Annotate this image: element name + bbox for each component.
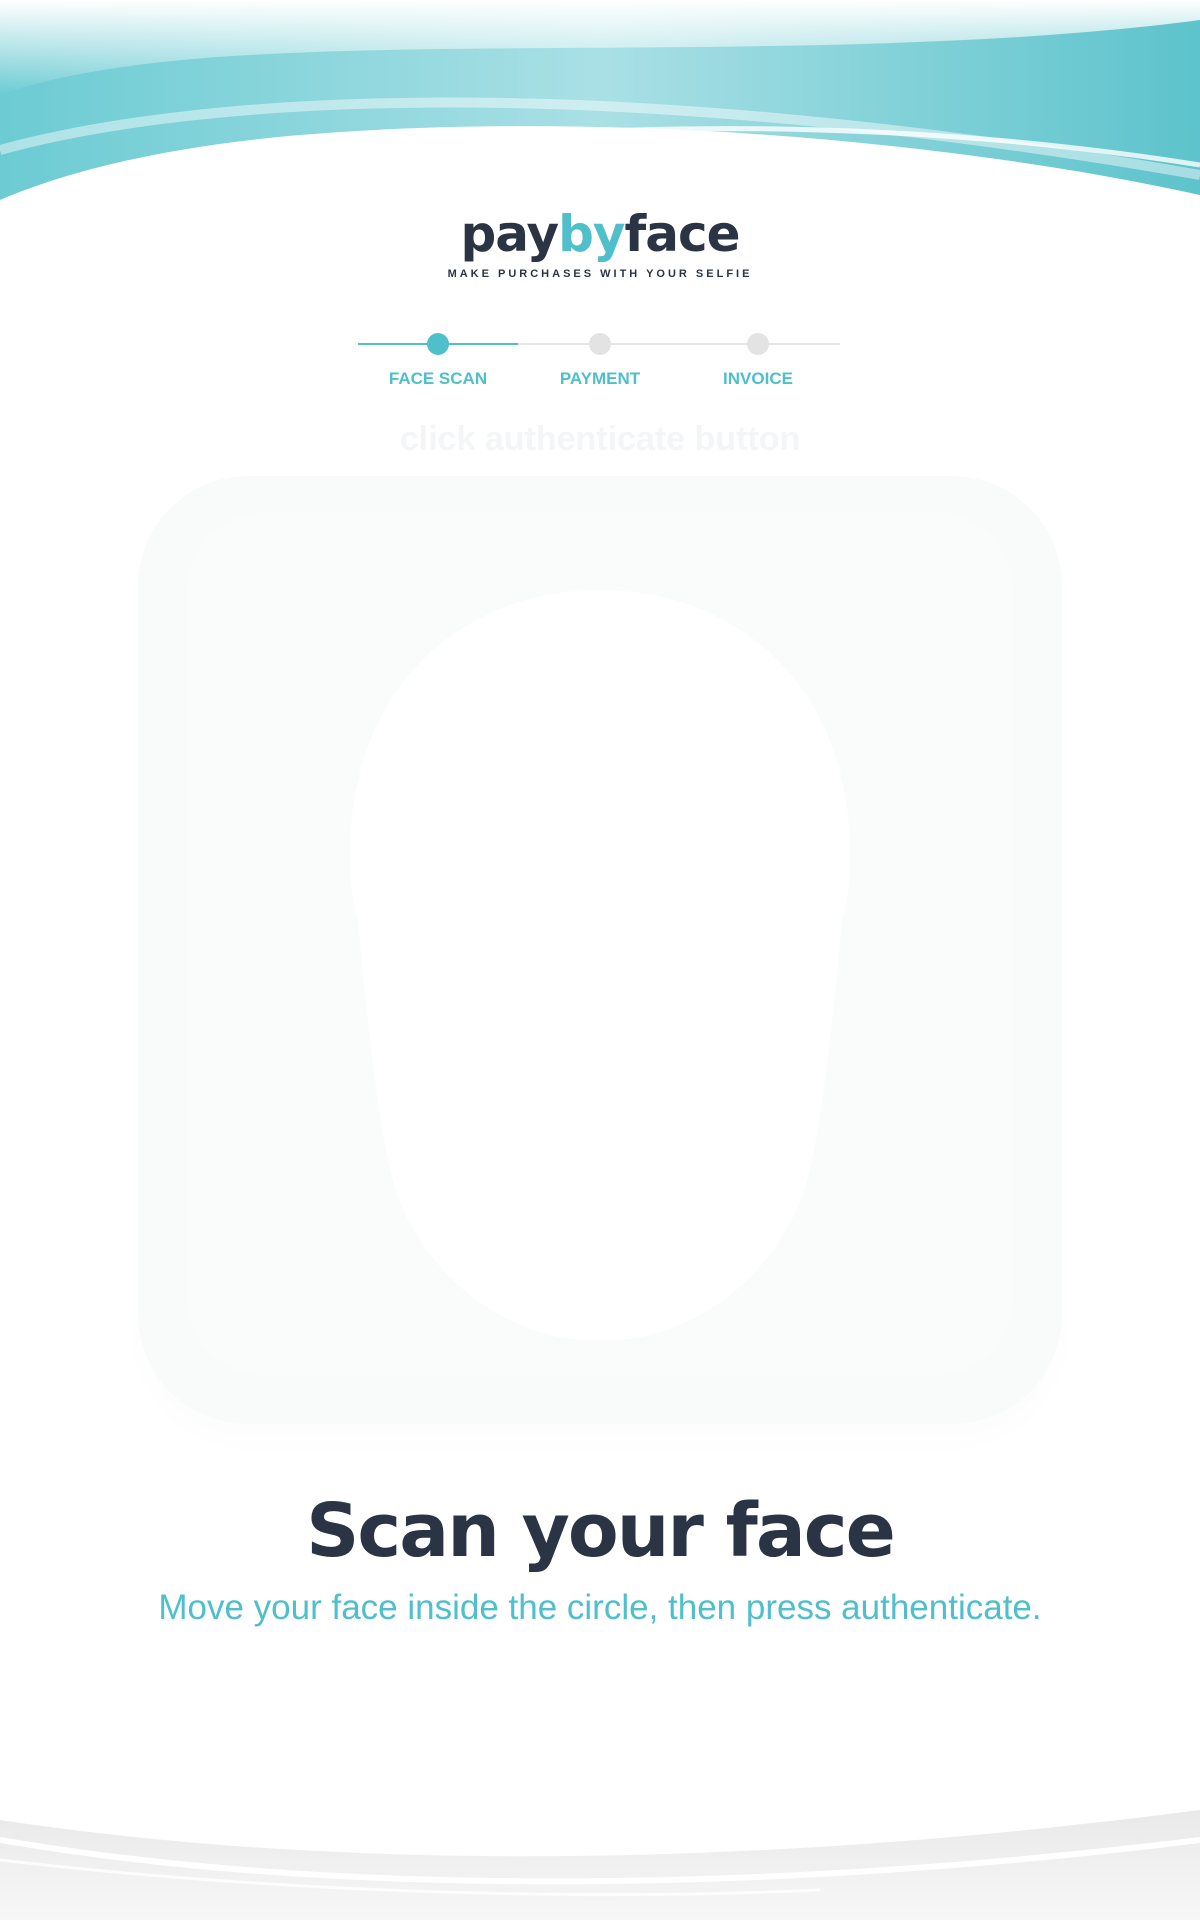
page: paybyface MAKE PURCHASES WITH YOUR SELFI… — [0, 0, 1200, 1920]
logo-wordmark: paybyface — [0, 206, 1200, 262]
step-label: FACE SCAN — [388, 369, 488, 388]
step-label: PAYMENT — [559, 369, 641, 388]
step-payment: PAYMENT — [530, 330, 670, 389]
logo: paybyface MAKE PURCHASES WITH YOUR SELFI… — [0, 206, 1200, 280]
logo-face-text: face — [624, 205, 740, 263]
logo-tagline: MAKE PURCHASES WITH YOUR SELFIE — [447, 268, 753, 280]
step-dot-active-icon — [427, 333, 449, 355]
progress-stepper: FACE SCAN PAYMENT INVOICE — [356, 330, 842, 400]
step-dot-icon — [589, 333, 611, 355]
top-wave-decoration — [0, 0, 1200, 200]
page-title: Scan your face — [306, 1488, 896, 1574]
step-face-scan: FACE SCAN — [368, 330, 508, 389]
bottom-wave-decoration — [0, 1810, 1200, 1920]
step-label: INVOICE — [723, 369, 793, 388]
logo-pay-text: pay — [460, 205, 559, 263]
face-guide-outline — [350, 590, 850, 1340]
step-dot-icon — [747, 333, 769, 355]
camera-hint: click authenticate button — [399, 420, 801, 458]
logo-by-text: by — [558, 205, 625, 263]
step-invoice: INVOICE — [688, 330, 828, 389]
instruction-text: Move your face inside the circle, then p… — [158, 1588, 1042, 1627]
